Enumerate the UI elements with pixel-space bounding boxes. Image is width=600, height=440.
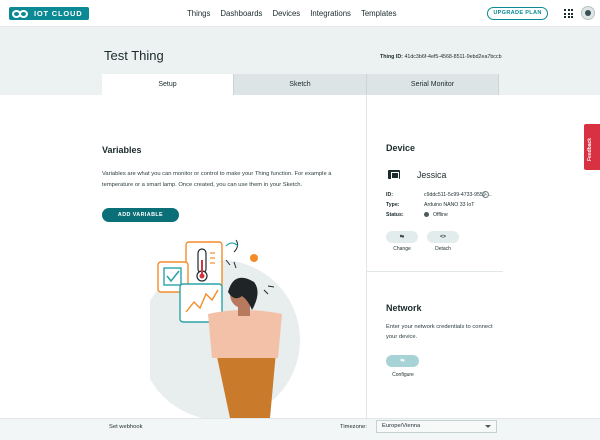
user-avatar[interactable]	[581, 6, 595, 20]
main-nav: Things Dashboards Devices Integrations T…	[187, 9, 406, 18]
apps-grid-icon[interactable]	[564, 9, 573, 18]
device-name[interactable]: Jessica	[417, 170, 446, 180]
thing-id-label: Thing ID:	[380, 54, 403, 60]
network-title: Network	[386, 303, 422, 313]
iot-cloud-logo[interactable]: IOT CLOUD	[9, 7, 89, 20]
device-id-key: ID:	[386, 192, 393, 198]
device-status-value: Offline	[433, 212, 448, 218]
tab-serial-monitor[interactable]: Serial Monitor	[367, 74, 499, 95]
device-type-value: Arduino NANO 33 IoT	[424, 202, 475, 208]
set-webhook-link[interactable]: Set webhook	[109, 424, 143, 430]
logo-text: IOT CLOUD	[34, 9, 83, 18]
device-status-row: Status: Offline	[386, 212, 448, 218]
device-id-row: ID: c9ddc511-5c99-4733-9559-...	[386, 192, 492, 198]
configure-network-label: Configure	[392, 372, 414, 378]
panel-divider	[366, 95, 367, 418]
configure-network-button[interactable]: ⇆	[386, 355, 419, 367]
nav-item-devices[interactable]: Devices	[272, 9, 300, 18]
device-type-key: Type:	[386, 202, 400, 208]
device-title: Device	[386, 143, 416, 153]
network-description: Enter your network credentials to connec…	[386, 324, 493, 340]
timezone-select[interactable]: Europe/Vienna	[376, 420, 497, 433]
nav-item-things[interactable]: Things	[187, 9, 210, 18]
feedback-label: Feedback	[587, 137, 593, 161]
add-variable-button[interactable]: ADD VARIABLE	[102, 208, 179, 222]
feedback-tab[interactable]: Feedback	[584, 124, 600, 170]
variables-description: Variables are what you can monitor or co…	[102, 171, 332, 188]
tab-setup[interactable]: Setup	[102, 74, 234, 95]
device-status-key: Status:	[386, 212, 404, 218]
copy-id-icon[interactable]	[482, 191, 489, 198]
page-title: Test Thing	[104, 48, 164, 63]
nav-item-templates[interactable]: Templates	[361, 9, 397, 18]
tab-sketch[interactable]: Sketch	[234, 74, 367, 95]
thing-id-value: 41dc3b6f-4ef5-4568-8511-9ebd2ea7bccb	[404, 54, 502, 60]
upgrade-plan-button[interactable]: UPGRADE PLAN	[487, 7, 548, 20]
footer-bar	[0, 418, 600, 440]
section-divider	[366, 271, 503, 272]
nav-item-integrations[interactable]: Integrations	[310, 9, 351, 18]
thing-tabs: Setup Sketch Serial Monitor	[102, 74, 499, 95]
change-device-label: Change	[393, 246, 411, 252]
timezone-label: Timezone:	[340, 424, 367, 430]
nav-item-dashboards[interactable]: Dashboards	[220, 9, 262, 18]
detach-device-label: Detach	[435, 246, 451, 252]
thing-id: Thing ID: 41dc3b6f-4ef5-4568-8511-9ebd2e…	[380, 54, 502, 60]
board-chip-icon	[388, 170, 400, 179]
arduino-infinity-icon	[12, 9, 29, 18]
device-type-row: Type: Arduino NANO 33 IoT	[386, 202, 474, 208]
chevron-down-icon	[485, 425, 491, 428]
thermometer-card-icon	[185, 241, 223, 289]
detach-device-button[interactable]: <>	[427, 231, 459, 243]
timezone-value: Europe/Vienna	[382, 423, 421, 429]
variables-title: Variables	[102, 145, 142, 155]
empty-state-illustration	[150, 232, 330, 418]
change-device-button[interactable]: ⇆	[386, 231, 418, 243]
status-offline-icon	[424, 212, 429, 217]
